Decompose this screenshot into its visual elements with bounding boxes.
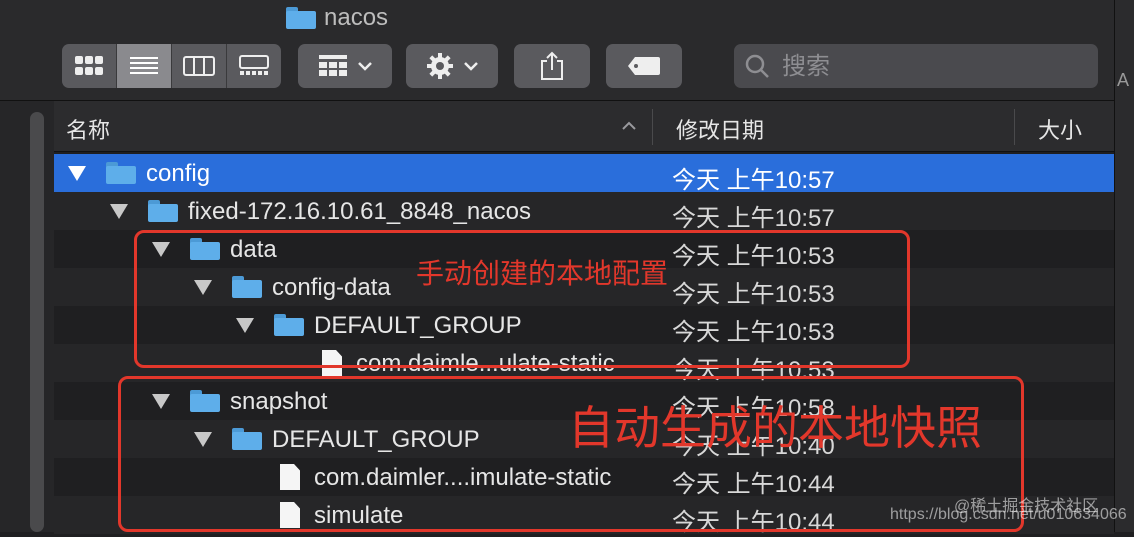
annotation-label-manual: 手动创建的本地配置 (416, 258, 669, 289)
column-header-name[interactable]: 名称 (66, 113, 110, 145)
list-header: 名称 修改日期 大小 (54, 101, 1114, 152)
list-item-config[interactable]: config 今天 上午10:57 (54, 154, 1114, 194)
grid-icon (75, 56, 103, 75)
item-date: 今天 上午10:57 (672, 205, 835, 232)
item-name: config (146, 160, 211, 187)
columns-icon (183, 56, 215, 76)
search-input[interactable] (780, 51, 984, 81)
column-divider[interactable] (652, 109, 653, 145)
annotation-label-auto: 自动生成的本地快照 (568, 402, 982, 454)
folder-icon (106, 162, 136, 184)
column-header-date[interactable]: 修改日期 (676, 113, 764, 145)
group-grid-icon (319, 55, 347, 76)
icon-view-button[interactable] (62, 44, 117, 88)
item-date: 今天 上午10:57 (672, 167, 835, 194)
sort-ascending-icon (622, 121, 636, 130)
list-icon (130, 57, 158, 74)
annotation-box-manual (134, 230, 910, 368)
window-title: nacos (286, 4, 388, 32)
action-menu-button[interactable] (406, 44, 498, 88)
list-item-fixed[interactable]: fixed-172.16.10.61_8848_nacos 今天 上午10:57 (54, 192, 1114, 232)
view-mode-segmented[interactable] (62, 44, 281, 88)
tag-icon (628, 57, 660, 75)
disclosure-triangle-icon[interactable] (68, 166, 86, 181)
column-header-size[interactable]: 大小 (1038, 113, 1082, 145)
column-view-button[interactable] (172, 44, 227, 88)
share-button[interactable] (514, 44, 590, 88)
watermark-csdn: https://blog.csdn.net/u010634066 (890, 506, 1127, 523)
edge-glyph: A (1117, 70, 1130, 90)
share-icon (541, 51, 563, 80)
chevron-down-icon (358, 62, 372, 71)
sidebar (0, 101, 54, 532)
chevron-down-icon (464, 62, 478, 71)
search-field[interactable] (734, 44, 1098, 88)
gallery-icon (239, 55, 269, 75)
adjacent-window-edge: A (1114, 0, 1134, 532)
sidebar-scrollbar[interactable] (30, 112, 44, 532)
gallery-view-button[interactable] (227, 44, 281, 88)
window-toolbar: nacos (0, 0, 1114, 101)
folder-icon (148, 200, 178, 222)
disclosure-triangle-icon[interactable] (110, 204, 128, 219)
gear-icon (427, 53, 453, 79)
column-divider[interactable] (1014, 109, 1015, 145)
list-view-button[interactable] (117, 44, 172, 88)
folder-icon (286, 7, 316, 29)
group-by-button[interactable] (298, 44, 392, 88)
search-icon (745, 54, 769, 78)
item-name: fixed-172.16.10.61_8848_nacos (188, 198, 531, 225)
tags-button[interactable] (606, 44, 682, 88)
window-title-text: nacos (324, 4, 389, 31)
